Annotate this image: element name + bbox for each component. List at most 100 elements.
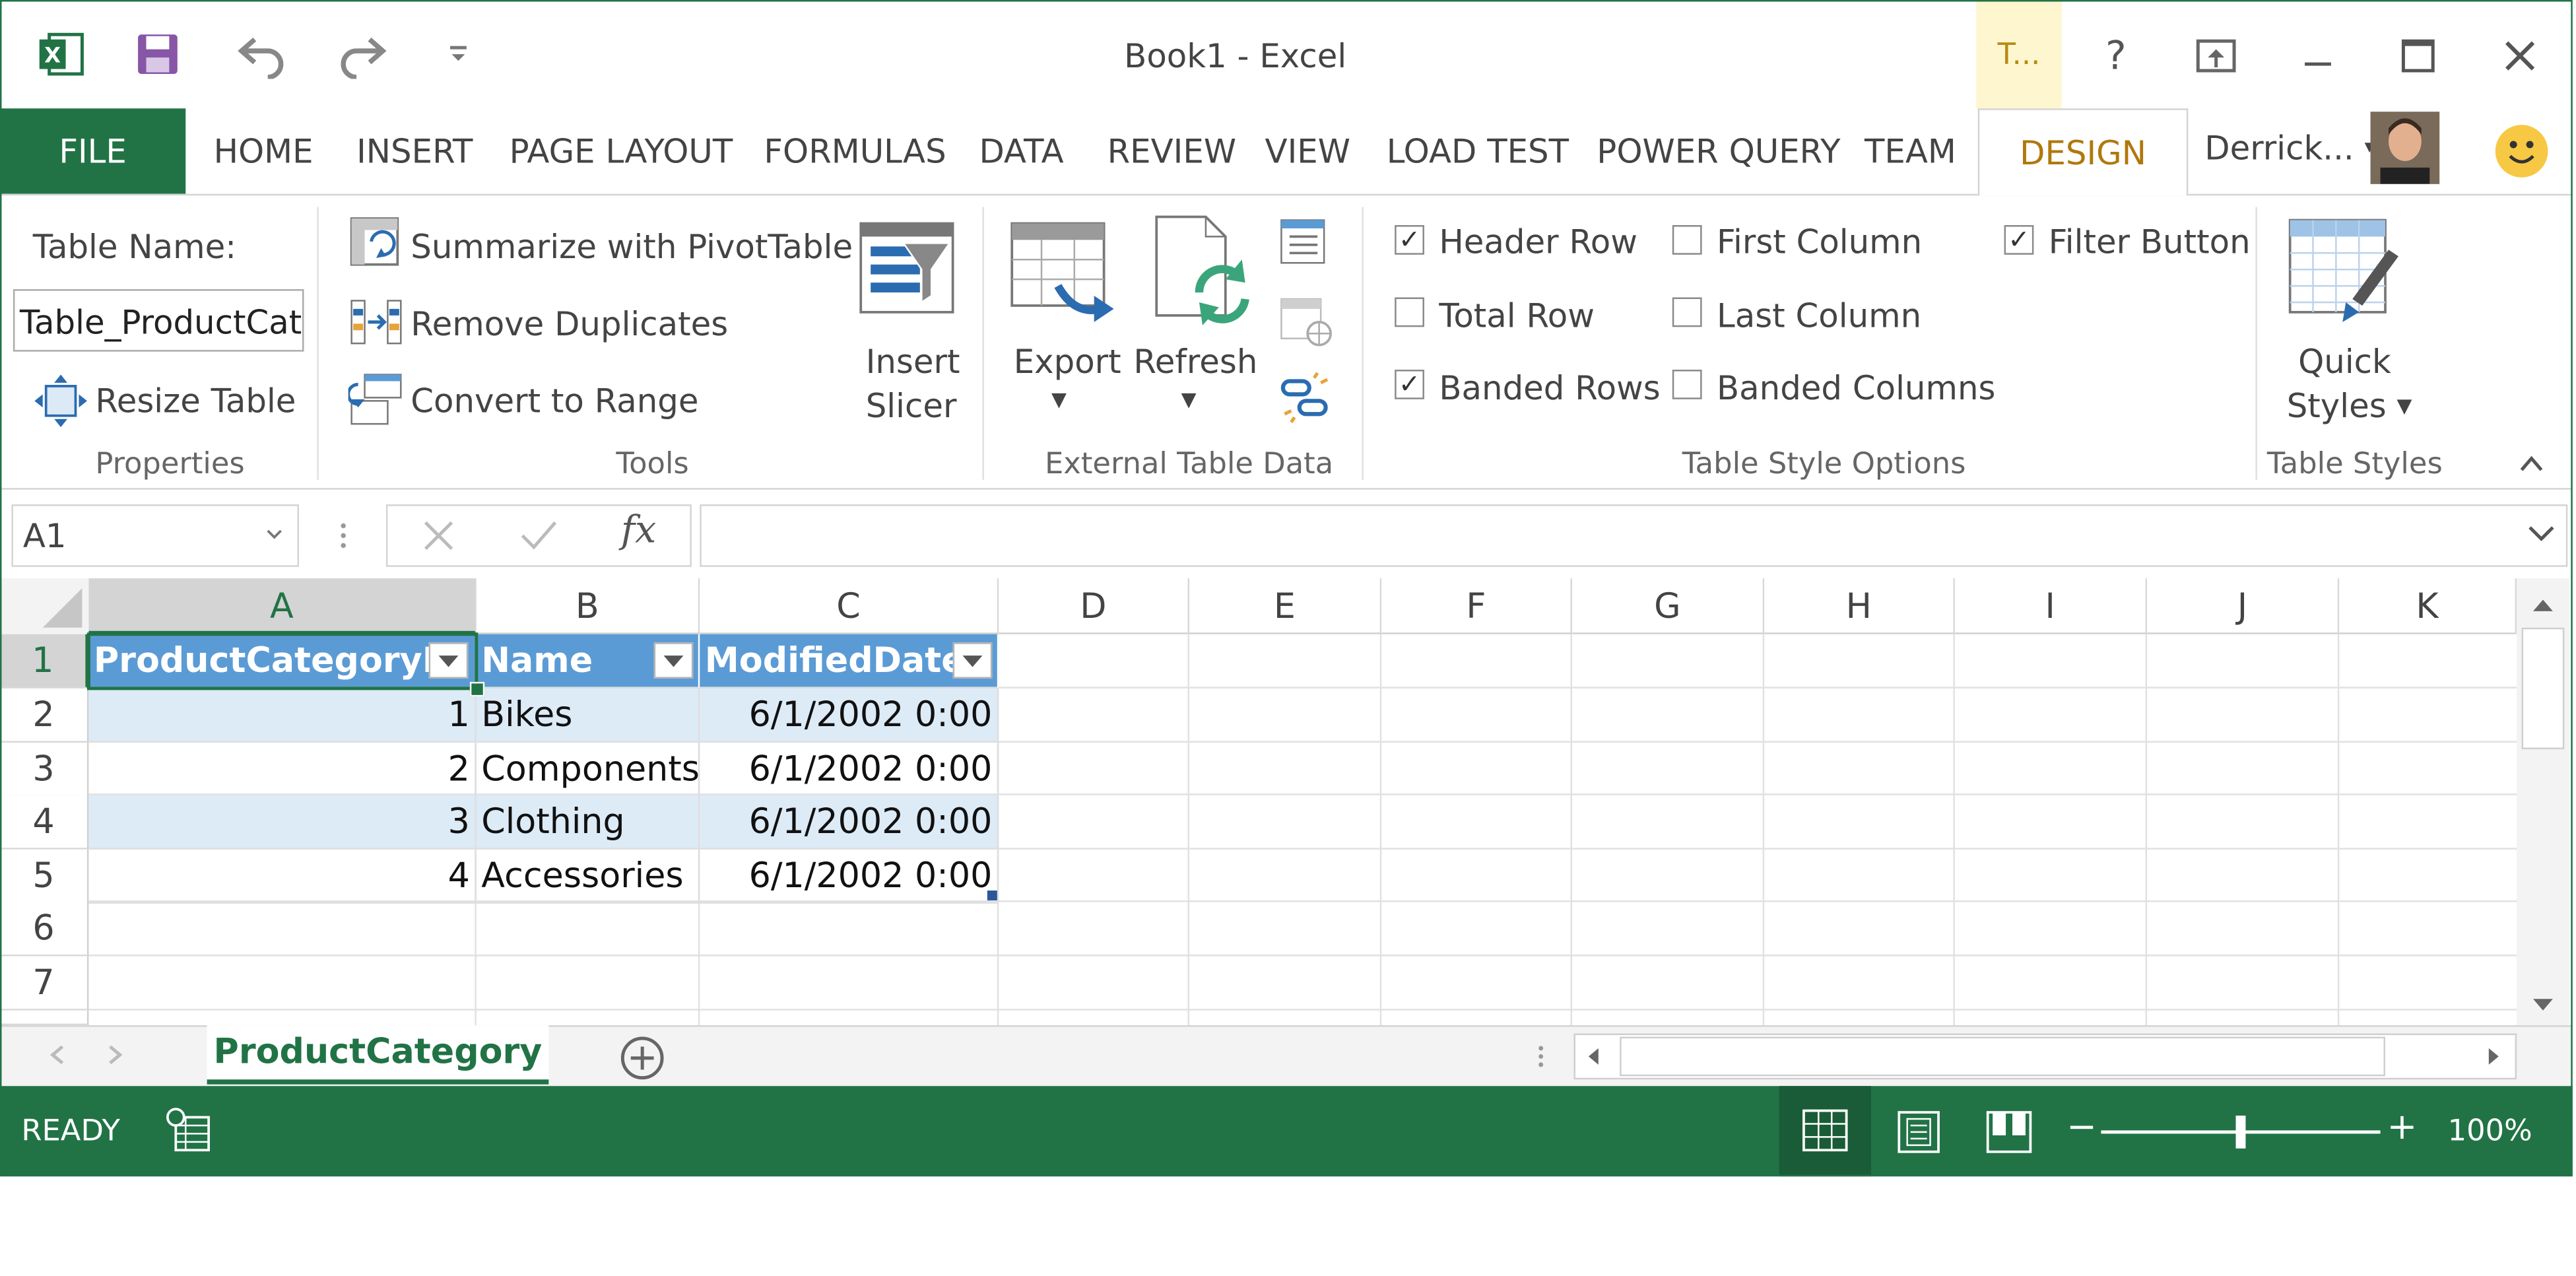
insert-slicer-label-1[interactable]: Insert <box>866 342 960 382</box>
banded-columns-checkbox[interactable] <box>1672 370 1702 399</box>
banded-columns-label[interactable]: Banded Columns <box>1717 368 1995 408</box>
normal-view-button[interactable] <box>1779 1086 1871 1177</box>
table-cell[interactable]: 6/1/2002 0:00 <box>700 743 999 797</box>
unlink-icon[interactable] <box>1278 372 1331 424</box>
total-row-checkbox[interactable] <box>1395 297 1424 327</box>
column-header-c[interactable]: C <box>700 578 999 634</box>
row-header-6[interactable]: 6 <box>0 902 89 957</box>
table-cell[interactable]: Components <box>476 743 700 797</box>
name-box[interactable]: A1 <box>11 504 299 567</box>
last-column-label[interactable]: Last Column <box>1717 296 1921 335</box>
formula-bar-grip-icon[interactable] <box>337 516 350 556</box>
feedback-smiley-icon[interactable] <box>2495 125 2548 178</box>
column-header-g[interactable]: G <box>1571 578 1765 634</box>
table-cell[interactable]: Accessories <box>476 849 700 904</box>
row-header-5[interactable]: 5 <box>0 849 89 904</box>
banded-rows-checkbox[interactable]: ✓ <box>1395 370 1424 399</box>
table-cell[interactable]: Bikes <box>476 688 700 743</box>
row-header-1[interactable]: 1 <box>0 634 89 688</box>
formula-input[interactable] <box>700 504 2568 567</box>
scroll-right-icon[interactable] <box>2480 1044 2507 1070</box>
quick-styles-label-1[interactable]: Quick <box>2298 342 2391 382</box>
name-box-dropdown-icon[interactable] <box>263 521 286 544</box>
page-break-preview-icon[interactable] <box>1983 1108 2035 1157</box>
tab-view[interactable]: VIEW <box>1265 131 1350 171</box>
ribbon-display-options-icon[interactable] <box>2173 20 2259 92</box>
banded-rows-label[interactable]: Banded Rows <box>1439 368 1660 408</box>
maximize-icon[interactable] <box>2375 20 2460 92</box>
filter-dropdown-icon[interactable] <box>653 642 694 679</box>
table-name-input[interactable]: Table_ProductCategory <box>13 289 304 352</box>
first-column-checkbox[interactable] <box>1672 224 1702 255</box>
insert-slicer-label-2[interactable]: Slicer <box>866 386 957 426</box>
sheet-tab-productcategory[interactable]: ProductCategory <box>207 1025 549 1085</box>
tab-page-layout[interactable]: PAGE LAYOUT <box>510 131 733 171</box>
row-header-2[interactable]: 2 <box>0 688 89 743</box>
tab-insert[interactable]: INSERT <box>356 131 473 171</box>
export-button[interactable]: Export <box>1014 342 1121 382</box>
tab-design[interactable]: DESIGN <box>1977 108 2189 196</box>
filter-button-checkbox[interactable]: ✓ <box>2004 224 2034 255</box>
help-button[interactable]: ? <box>2073 20 2158 92</box>
zoom-slider-thumb[interactable] <box>2235 1116 2246 1149</box>
macro-recording-icon[interactable] <box>166 1108 212 1154</box>
tab-home[interactable]: HOME <box>214 131 314 171</box>
column-header-a[interactable]: A <box>88 578 477 634</box>
scroll-up-icon[interactable] <box>2526 591 2559 618</box>
table-tools-tab[interactable]: T... <box>1976 0 2062 109</box>
table-cell[interactable]: 2 <box>88 743 477 797</box>
cancel-icon[interactable] <box>420 518 457 554</box>
column-header-j[interactable]: J <box>2147 578 2340 634</box>
last-column-checkbox[interactable] <box>1672 297 1702 327</box>
expand-formula-bar-icon[interactable] <box>2526 521 2556 547</box>
column-header-k[interactable]: K <box>2339 578 2517 634</box>
sheet-prev-icon[interactable] <box>46 1042 69 1068</box>
vertical-scroll-thumb[interactable] <box>2521 627 2565 749</box>
header-row-label[interactable]: Header Row <box>1439 222 1637 261</box>
properties-icon[interactable] <box>1278 217 1327 267</box>
total-row-label[interactable]: Total Row <box>1439 296 1595 335</box>
tab-data[interactable]: DATA <box>979 131 1063 171</box>
table-cell[interactable]: 6/1/2002 0:00 <box>700 688 999 743</box>
avatar[interactable] <box>2370 112 2440 184</box>
refresh-dropdown-icon[interactable]: ▼ <box>1181 387 1197 411</box>
tab-file[interactable]: FILE <box>0 108 186 194</box>
column-header-i[interactable]: I <box>1954 578 2148 634</box>
scroll-left-icon[interactable] <box>1580 1044 1606 1070</box>
row-header-3[interactable]: 3 <box>0 743 89 797</box>
resize-table-button[interactable]: Resize Table <box>95 381 296 420</box>
zoom-level[interactable]: 100% <box>2448 1114 2532 1149</box>
column-header-h[interactable]: H <box>1764 578 1955 634</box>
export-dropdown-icon[interactable]: ▼ <box>1051 387 1067 411</box>
table-cell[interactable]: 3 <box>88 795 477 850</box>
tab-split-grip-icon[interactable] <box>1535 1042 1548 1071</box>
row-header-7[interactable]: 7 <box>0 956 89 1011</box>
fill-handle[interactable] <box>469 681 485 697</box>
sheet-next-icon[interactable] <box>104 1042 127 1068</box>
table-cell[interactable]: Clothing <box>476 795 700 850</box>
enter-icon[interactable] <box>519 518 559 554</box>
table-cell[interactable]: 4 <box>88 849 477 904</box>
page-layout-view-icon[interactable] <box>1894 1108 1944 1157</box>
user-account[interactable]: Derrick... ▾ <box>2204 128 2374 168</box>
table-resize-handle-icon[interactable] <box>987 890 997 900</box>
table-cell[interactable]: 6/1/2002 0:00 <box>700 795 999 850</box>
filter-button-label[interactable]: Filter Button <box>2049 222 2251 261</box>
column-header-f[interactable]: F <box>1381 578 1572 634</box>
row-header-4[interactable]: 4 <box>0 795 89 850</box>
tab-team[interactable]: TEAM <box>1865 131 1956 171</box>
tab-power-query[interactable]: POWER QUERY <box>1597 131 1840 171</box>
tab-review[interactable]: REVIEW <box>1107 131 1236 171</box>
horizontal-scroll-thumb[interactable] <box>1620 1036 2386 1077</box>
scroll-down-icon[interactable] <box>2526 992 2559 1019</box>
zoom-out-button[interactable]: − <box>2066 1108 2097 1149</box>
convert-to-range-button[interactable]: Convert to Range <box>411 381 698 420</box>
remove-duplicates-button[interactable]: Remove Duplicates <box>411 304 728 343</box>
insert-function-button[interactable]: fx <box>621 510 656 553</box>
close-icon[interactable] <box>2477 20 2562 92</box>
first-column-label[interactable]: First Column <box>1717 222 1922 261</box>
select-all-corner[interactable] <box>0 578 89 634</box>
tab-formulas[interactable]: FORMULAS <box>764 131 946 171</box>
quick-styles-label-2[interactable]: Styles ▼ <box>2287 386 2412 426</box>
collapse-ribbon-icon[interactable] <box>2517 450 2546 477</box>
